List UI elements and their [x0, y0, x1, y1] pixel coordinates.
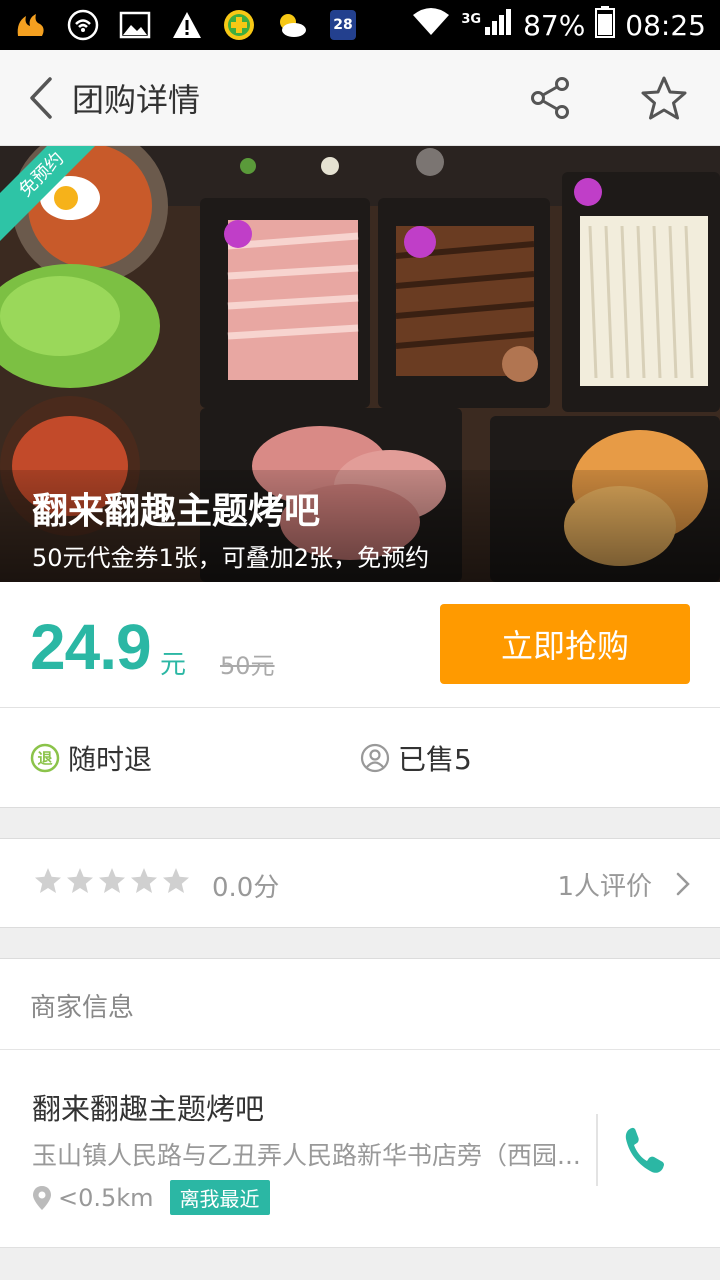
chevron-right-icon: [676, 872, 690, 896]
nearest-badge: 离我最近: [169, 1180, 270, 1215]
merchant-address: 玉山镇人民路与乙丑弄人民路新华书店旁（西园...: [32, 1141, 581, 1170]
image-icon: [118, 8, 152, 42]
uc-browser-icon: [14, 8, 48, 42]
wifi-hotspot-icon: [66, 8, 100, 42]
call-button[interactable]: [614, 1120, 674, 1180]
clock: 08:25: [625, 8, 706, 42]
price-section: 24.9 元 50元 立即抢购: [0, 582, 720, 708]
merchant-card[interactable]: 翻来翻趣主题烤吧 玉山镇人民路与乙丑弄人民路新华书店旁（西园... <0.5km…: [0, 1050, 720, 1248]
divider: [596, 1114, 598, 1186]
cross-plus-icon: [222, 8, 256, 42]
refund-feature: 退 随时退: [30, 708, 152, 808]
calendar-icon: 28: [326, 8, 360, 42]
signal-icon: [483, 7, 513, 44]
favorite-button[interactable]: [638, 72, 690, 124]
deal-hero-image: 免预约 翻来翻趣主题烤吧 50元代金券1张，可叠加2张，免预约: [0, 146, 720, 582]
warning-icon: [170, 8, 204, 42]
weather-icon: [274, 8, 308, 42]
merchant-section-title: 商家信息: [30, 993, 135, 1023]
rating-score: 0.0分: [212, 873, 280, 903]
merchant-name: 翻来翻趣主题烤吧: [32, 1092, 265, 1126]
merchant-distance: <0.5km 离我最近: [32, 1180, 270, 1215]
battery-icon: [595, 5, 616, 45]
app-header: 团购详情: [0, 50, 720, 146]
sold-count: 已售5: [398, 743, 472, 776]
reviews-link[interactable]: 1人评价: [557, 839, 690, 929]
star-empty-icon: [163, 868, 189, 893]
sold-count-feature: 已售5: [360, 708, 472, 808]
svg-text:退: 退: [37, 750, 52, 768]
rating-stars: [34, 867, 190, 895]
review-count: 1人评价: [557, 871, 652, 902]
location-pin-icon: [33, 1185, 51, 1210]
share-icon: [531, 77, 569, 119]
deal-features: 退 随时退 已售5: [0, 708, 720, 808]
user-icon: [360, 743, 390, 773]
price-unit: 元: [160, 650, 187, 680]
page-title: 团购详情: [72, 80, 201, 119]
buy-now-button[interactable]: 立即抢购: [440, 604, 690, 684]
original-price: 50元: [220, 652, 275, 680]
battery-percent: 87%: [523, 8, 586, 42]
phone-icon: [625, 1127, 664, 1173]
star-empty-icon: [131, 868, 157, 893]
share-button[interactable]: [524, 72, 576, 124]
back-button[interactable]: [6, 50, 76, 146]
refund-icon: 退: [30, 743, 60, 773]
distance-value: <0.5km: [58, 1183, 154, 1212]
star-empty-icon: [99, 868, 125, 893]
deal-title: 翻来翻趣主题烤吧: [32, 491, 321, 532]
star-empty-icon: [67, 868, 93, 893]
current-price: 24.9: [30, 611, 152, 683]
status-bar: 28 3G 87% 08:25: [0, 0, 720, 50]
star-empty-icon: [35, 868, 61, 893]
merchant-section-header: 商家信息: [0, 958, 720, 1050]
deal-subtitle: 50元代金券1张，可叠加2张，免预约: [32, 544, 430, 572]
wifi-icon: [411, 7, 451, 44]
network-type: 3G: [461, 11, 482, 27]
rating-section[interactable]: 0.0分 1人评价: [0, 838, 720, 928]
star-icon: [641, 76, 687, 120]
back-chevron-icon: [30, 76, 52, 119]
refund-label: 随时退: [68, 743, 153, 776]
